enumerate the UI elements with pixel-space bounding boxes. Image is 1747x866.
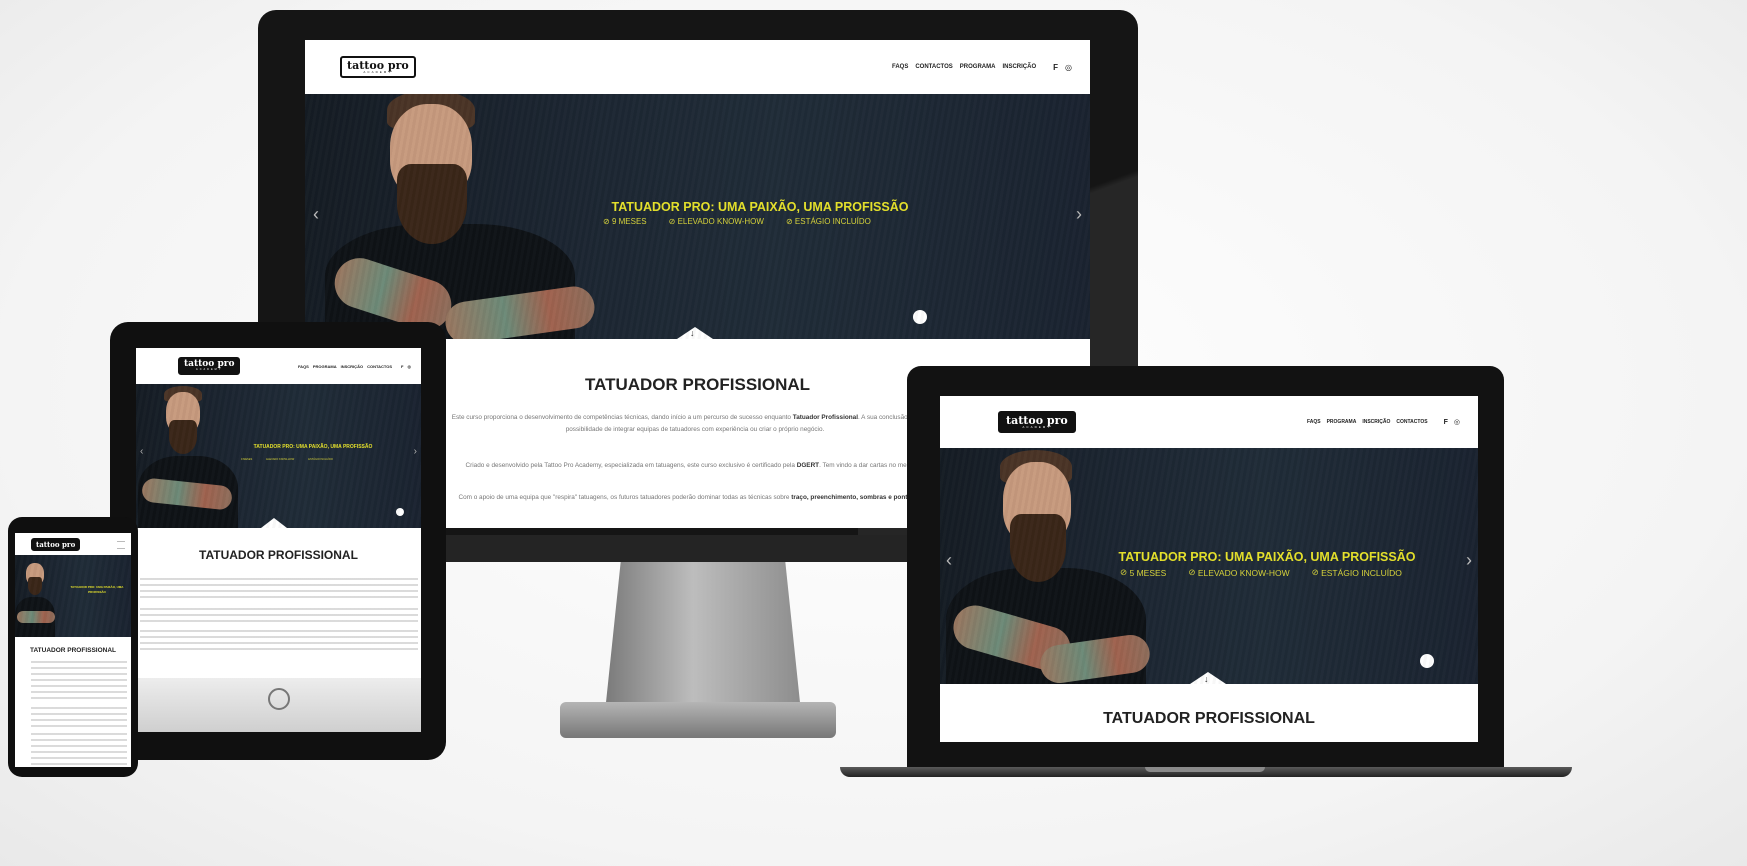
- section-title: TATUADOR PROFISSIONAL: [199, 548, 358, 562]
- feature-internship: ⊘ ESTÁGIO INCLUÍDO: [785, 217, 871, 226]
- slider-next-icon[interactable]: ›: [1076, 204, 1082, 225]
- check-icon: ⊘: [785, 217, 795, 226]
- certification-badge-icon: [1420, 654, 1434, 668]
- nav-faqs[interactable]: FAQS: [1307, 419, 1321, 425]
- certification-icon: [268, 688, 290, 710]
- facebook-icon[interactable]: f: [1444, 419, 1448, 426]
- feature-duration: ⊘ 5 MESES: [1120, 567, 1167, 578]
- phone-screen: tattoo pro TATUADOR PRO: UMA PAIXÃO, UMA…: [15, 533, 131, 767]
- nav-contactos[interactable]: CONTACTOS: [915, 64, 952, 70]
- tablet-paragraph-text: [140, 578, 418, 600]
- laptop-screen: tattoo pro ACADEMY FAQS PROGRAMA INSCRIÇÃ…: [940, 396, 1478, 742]
- section-title: TATUADOR PROFISSIONAL: [1103, 710, 1315, 727]
- tablet-device: tattoo pro ACADEMY FAQS PROGRAMA INSCRIÇÃ…: [110, 322, 446, 760]
- hero-title: TATUADOR PRO: UMA PAIXÃO, UMA PROFISSÃO: [70, 585, 124, 594]
- site-logo[interactable]: tattoo pro: [31, 537, 81, 551]
- nav-contactos[interactable]: CONTACTOS: [367, 364, 392, 369]
- intro-paragraph-3: Com o apoio de uma equipa que "respira" …: [458, 494, 931, 501]
- feature-knowhow: ⊘ ELEVADO KNOW-HOW: [1188, 567, 1290, 578]
- instagram-icon[interactable]: ◎: [408, 364, 412, 369]
- check-icon: ⊘: [1120, 567, 1130, 577]
- nav-programa[interactable]: PROGRAMA: [960, 64, 996, 70]
- check-icon: ⊘: [1188, 567, 1198, 577]
- certification-badge-icon: [913, 310, 927, 324]
- slider-next-icon[interactable]: ›: [414, 446, 417, 457]
- site-logo[interactable]: tattoo pro ACADEMY: [998, 411, 1076, 433]
- feature-knowhow: ⊘ ELEVADO KNOW-HOW: [668, 217, 764, 226]
- instagram-icon[interactable]: ◎: [1454, 418, 1460, 426]
- slider-prev-icon[interactable]: ‹: [313, 204, 319, 225]
- hero-title: TATUADOR PRO: UMA PAIXÃO, UMA PROFISSÃO: [1118, 550, 1416, 564]
- hero-title: TATUADOR PRO: UMA PAIXÃO, UMA PROFISSÃO: [611, 200, 909, 214]
- nav-inscricao[interactable]: INSCRIÇÃO: [1362, 419, 1390, 425]
- phone-device: tattoo pro TATUADOR PRO: UMA PAIXÃO, UMA…: [8, 517, 138, 777]
- nav-inscricao[interactable]: INSCRIÇÃO: [1002, 64, 1036, 70]
- hero-slider: TATUADOR PRO: UMA PAIXÃO, UMA PROFISSÃO …: [305, 94, 1090, 339]
- hero-features: 9 MESES ELEVADO KNOW-HOW ESTÁGIO INCLUÍD…: [241, 458, 333, 461]
- site-logo[interactable]: tattoo pro ACADEMY: [340, 56, 416, 78]
- slider-prev-icon[interactable]: ‹: [140, 446, 143, 457]
- scroll-down-icon[interactable]: ↓: [1204, 674, 1209, 684]
- monitor-stand: [605, 562, 801, 712]
- hero-slider: TATUADOR PRO: UMA PAIXÃO, UMA PROFISSÃO: [15, 555, 131, 637]
- facebook-icon[interactable]: f: [401, 364, 403, 369]
- check-icon: ⊘: [1311, 567, 1322, 577]
- laptop-device: tattoo pro ACADEMY FAQS PROGRAMA INSCRIÇÃ…: [907, 366, 1504, 770]
- hero-person-image: [305, 94, 605, 339]
- nav-programa[interactable]: PROGRAMA: [313, 364, 337, 369]
- hero-features: ⊘ 5 MESES ⊘ ELEVADO KNOW-HOW ⊘ ESTÁGIO I…: [1120, 567, 1402, 578]
- nav-programa[interactable]: PROGRAMA: [1327, 419, 1357, 425]
- facebook-icon[interactable]: f: [1053, 63, 1058, 72]
- check-icon: ⊘: [603, 217, 612, 226]
- intro-paragraph-2: Criado e desenvolvido pela Tattoo Pro Ac…: [465, 462, 925, 469]
- tablet-screen: tattoo pro ACADEMY FAQS PROGRAMA INSCRIÇÃ…: [136, 348, 421, 732]
- intro-paragraph-1: Este curso proporciona o desenvolvimento…: [451, 414, 939, 433]
- phone-paragraph-text: [31, 661, 127, 703]
- nav-faqs[interactable]: FAQS: [892, 64, 908, 70]
- nav-faqs[interactable]: FAQS: [298, 364, 309, 369]
- nav-inscricao[interactable]: INSCRIÇÃO: [341, 364, 363, 369]
- hero-person-image: [136, 384, 246, 528]
- hero-slider: TATUADOR PRO: UMA PAIXÃO, UMA PROFISSÃO …: [940, 448, 1478, 684]
- certification-badge-icon: [396, 508, 404, 516]
- section-title: TATUADOR PROFISSIONAL: [29, 647, 117, 654]
- hero-person-image: [940, 448, 1160, 684]
- hero-person-image: [15, 555, 55, 637]
- site-header: tattoo pro ACADEMY FAQS CONTACTOS PROGRAM…: [305, 40, 1090, 94]
- hero-features: ⊘ 9 MESES ⊘ ELEVADO KNOW-HOW ⊘ ESTÁGIO I…: [603, 217, 871, 226]
- scroll-down-icon[interactable]: ↓: [690, 328, 695, 338]
- site-logo[interactable]: tattoo pro ACADEMY: [178, 357, 241, 375]
- slider-prev-icon[interactable]: ‹: [946, 550, 952, 571]
- slider-next-icon[interactable]: ›: [1466, 550, 1472, 571]
- hero-title: TATUADOR PRO: UMA PAIXÃO, UMA PROFISSÃO: [253, 444, 373, 450]
- feature-internship: ⊘ ESTÁGIO INCLUÍDO: [1311, 567, 1402, 578]
- instagram-icon[interactable]: ◎: [1065, 63, 1072, 72]
- feature-duration: ⊘ 9 MESES: [603, 217, 647, 226]
- hero-slider: TATUADOR PRO: UMA PAIXÃO, UMA PROFISSÃO …: [136, 384, 421, 528]
- check-icon: ⊘: [668, 217, 678, 226]
- hamburger-menu-icon[interactable]: [117, 541, 125, 549]
- nav-contactos[interactable]: CONTACTOS: [1396, 419, 1427, 425]
